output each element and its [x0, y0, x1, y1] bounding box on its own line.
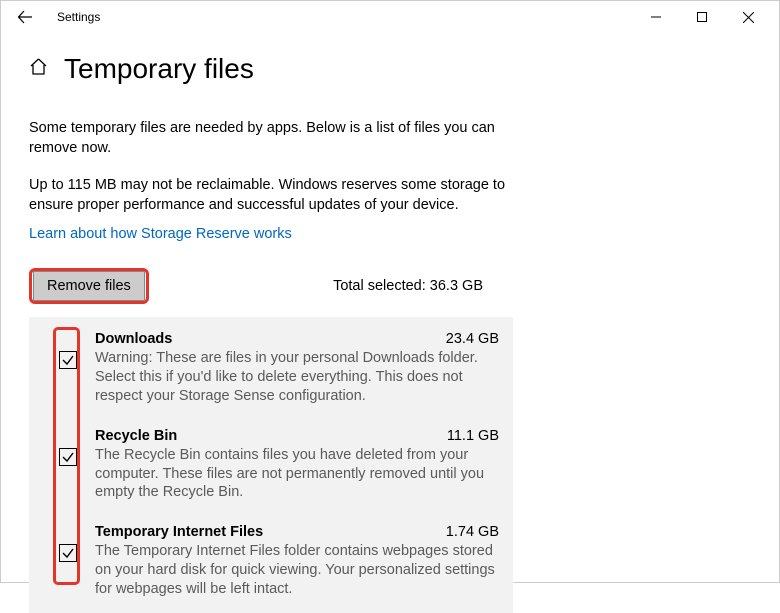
- back-button[interactable]: [9, 1, 41, 33]
- content-area: Some temporary files are needed by apps.…: [1, 97, 541, 613]
- item-title: Recycle Bin: [95, 428, 177, 444]
- item-size: 1.74 GB: [446, 524, 499, 540]
- check-icon: [61, 546, 75, 560]
- description-text: Some temporary files are needed by apps.…: [29, 119, 513, 158]
- titlebar: Settings: [1, 1, 779, 33]
- item-description: The Recycle Bin contains files you have …: [95, 446, 499, 503]
- home-icon[interactable]: [29, 57, 48, 81]
- list-item: Recycle Bin 11.1 GB The Recycle Bin cont…: [95, 428, 499, 503]
- page-title: Temporary files: [64, 53, 254, 85]
- action-row: Remove files Total selected: 36.3 GB: [29, 268, 513, 304]
- minimize-button[interactable]: [633, 1, 679, 33]
- total-selected-label: Total selected: 36.3 GB: [333, 278, 513, 294]
- item-size: 23.4 GB: [446, 331, 499, 347]
- titlebar-title: Settings: [57, 10, 100, 24]
- arrow-left-icon: [17, 9, 33, 25]
- item-size: 11.1 GB: [447, 428, 499, 444]
- window-controls: [633, 1, 771, 33]
- maximize-button[interactable]: [679, 1, 725, 33]
- list-item: Temporary Internet Files 1.74 GB The Tem…: [95, 524, 499, 599]
- storage-reserve-link[interactable]: Learn about how Storage Reserve works: [29, 226, 292, 242]
- checkbox-recycle-bin[interactable]: [59, 448, 77, 466]
- close-button[interactable]: [725, 1, 771, 33]
- check-icon: [61, 353, 75, 367]
- item-description: Warning: These are files in your persona…: [95, 349, 499, 406]
- list-item: Downloads 23.4 GB Warning: These are fil…: [95, 331, 499, 406]
- item-title: Downloads: [95, 331, 172, 347]
- close-icon: [743, 12, 754, 23]
- highlight-annotation: Remove files: [29, 268, 149, 304]
- file-items-container: Downloads 23.4 GB Warning: These are fil…: [29, 317, 513, 613]
- header: Temporary files: [1, 33, 779, 97]
- minimize-icon: [651, 12, 661, 22]
- maximize-icon: [697, 12, 707, 22]
- item-description: The Temporary Internet Files folder cont…: [95, 542, 499, 599]
- item-title: Temporary Internet Files: [95, 524, 263, 540]
- remove-files-button[interactable]: Remove files: [33, 271, 145, 301]
- reserve-text: Up to 115 MB may not be reclaimable. Win…: [29, 176, 513, 215]
- check-icon: [61, 450, 75, 464]
- checkbox-downloads[interactable]: [59, 351, 77, 369]
- checkbox-temp-internet-files[interactable]: [59, 544, 77, 562]
